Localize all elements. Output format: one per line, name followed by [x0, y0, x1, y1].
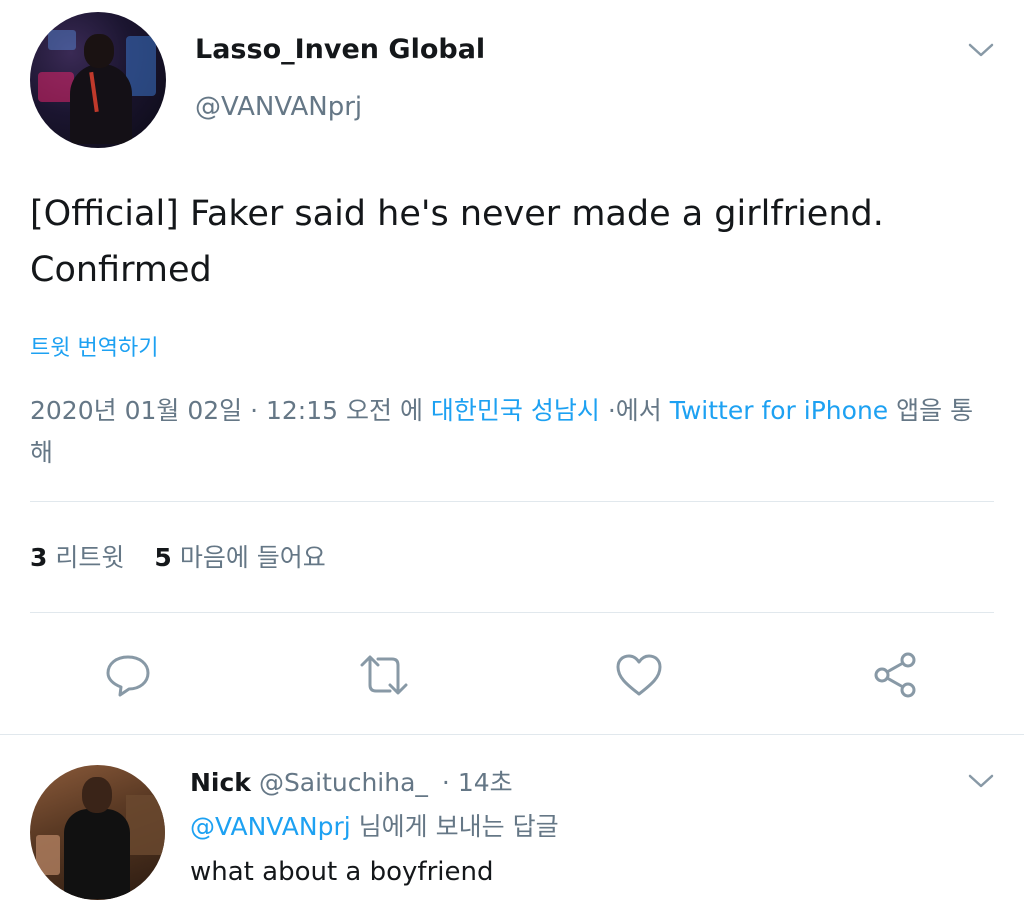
- reply-header: Nick @Saituchiha_ · 14초: [190, 763, 513, 799]
- reply-tweet[interactable]: Nick @Saituchiha_ · 14초 @VANVANprj 님에게 보내는…: [0, 735, 1024, 910]
- author-display-name[interactable]: Lasso_Inven Global: [195, 34, 485, 65]
- reply-timestamp: · 14초: [441, 768, 513, 797]
- reply-author-avatar[interactable]: [30, 765, 165, 900]
- author-handle[interactable]: @VANVANprj: [195, 92, 362, 122]
- retweets-count: 3: [30, 543, 48, 572]
- divider: [30, 612, 994, 613]
- replying-to: @VANVANprj 님에게 보내는 답글: [190, 807, 559, 843]
- chevron-down-icon[interactable]: [966, 40, 996, 60]
- via-prefix: ·에서: [607, 396, 662, 425]
- likes-label: 마음에 들어요: [179, 543, 326, 572]
- share-button[interactable]: [865, 645, 925, 705]
- reply-author-name[interactable]: Nick: [190, 768, 251, 797]
- retweet-button[interactable]: [354, 645, 414, 705]
- reply-bubble-icon: [106, 655, 150, 697]
- replying-to-suffix: 님에게 보내는 답글: [358, 812, 559, 841]
- action-bar: [0, 645, 1024, 705]
- location-link[interactable]: 대한민국 성남시: [431, 396, 600, 425]
- location-prefix: 에: [399, 396, 423, 425]
- reply-button[interactable]: [98, 645, 158, 705]
- retweets-stat[interactable]: 3 리트윗: [30, 538, 124, 574]
- translate-tweet-link[interactable]: 트윗 번역하기: [30, 330, 158, 362]
- likes-count: 5: [154, 543, 172, 572]
- share-icon: [874, 652, 916, 698]
- author-avatar[interactable]: [30, 12, 166, 148]
- tweet-datetime: 2020년 01월 02일 · 12:15 오전: [30, 396, 392, 425]
- client-link[interactable]: Twitter for iPhone: [670, 396, 888, 425]
- main-tweet: Lasso_Inven Global @VANVANprj [Official]…: [0, 0, 1024, 735]
- retweet-arrows-icon: [360, 655, 408, 695]
- replying-to-handle[interactable]: @VANVANprj: [190, 812, 351, 841]
- tweet-meta: 2020년 01월 02일 · 12:15 오전 에 대한민국 성남시 ·에서 …: [30, 390, 990, 474]
- retweets-label: 리트윗: [55, 543, 125, 572]
- tweet-text: [Official] Faker said he's never made a …: [30, 194, 884, 290]
- likes-stat[interactable]: 5 마음에 들어요: [154, 538, 325, 574]
- like-button[interactable]: [609, 645, 669, 705]
- reply-text: what about a boyfriend: [190, 857, 494, 887]
- reply-author-handle[interactable]: @Saituchiha_: [259, 768, 428, 797]
- heart-icon: [616, 654, 662, 696]
- chevron-down-icon[interactable]: [966, 771, 996, 791]
- tweet-stats: 3 리트윗 5 마음에 들어요: [30, 538, 326, 574]
- divider: [30, 501, 994, 502]
